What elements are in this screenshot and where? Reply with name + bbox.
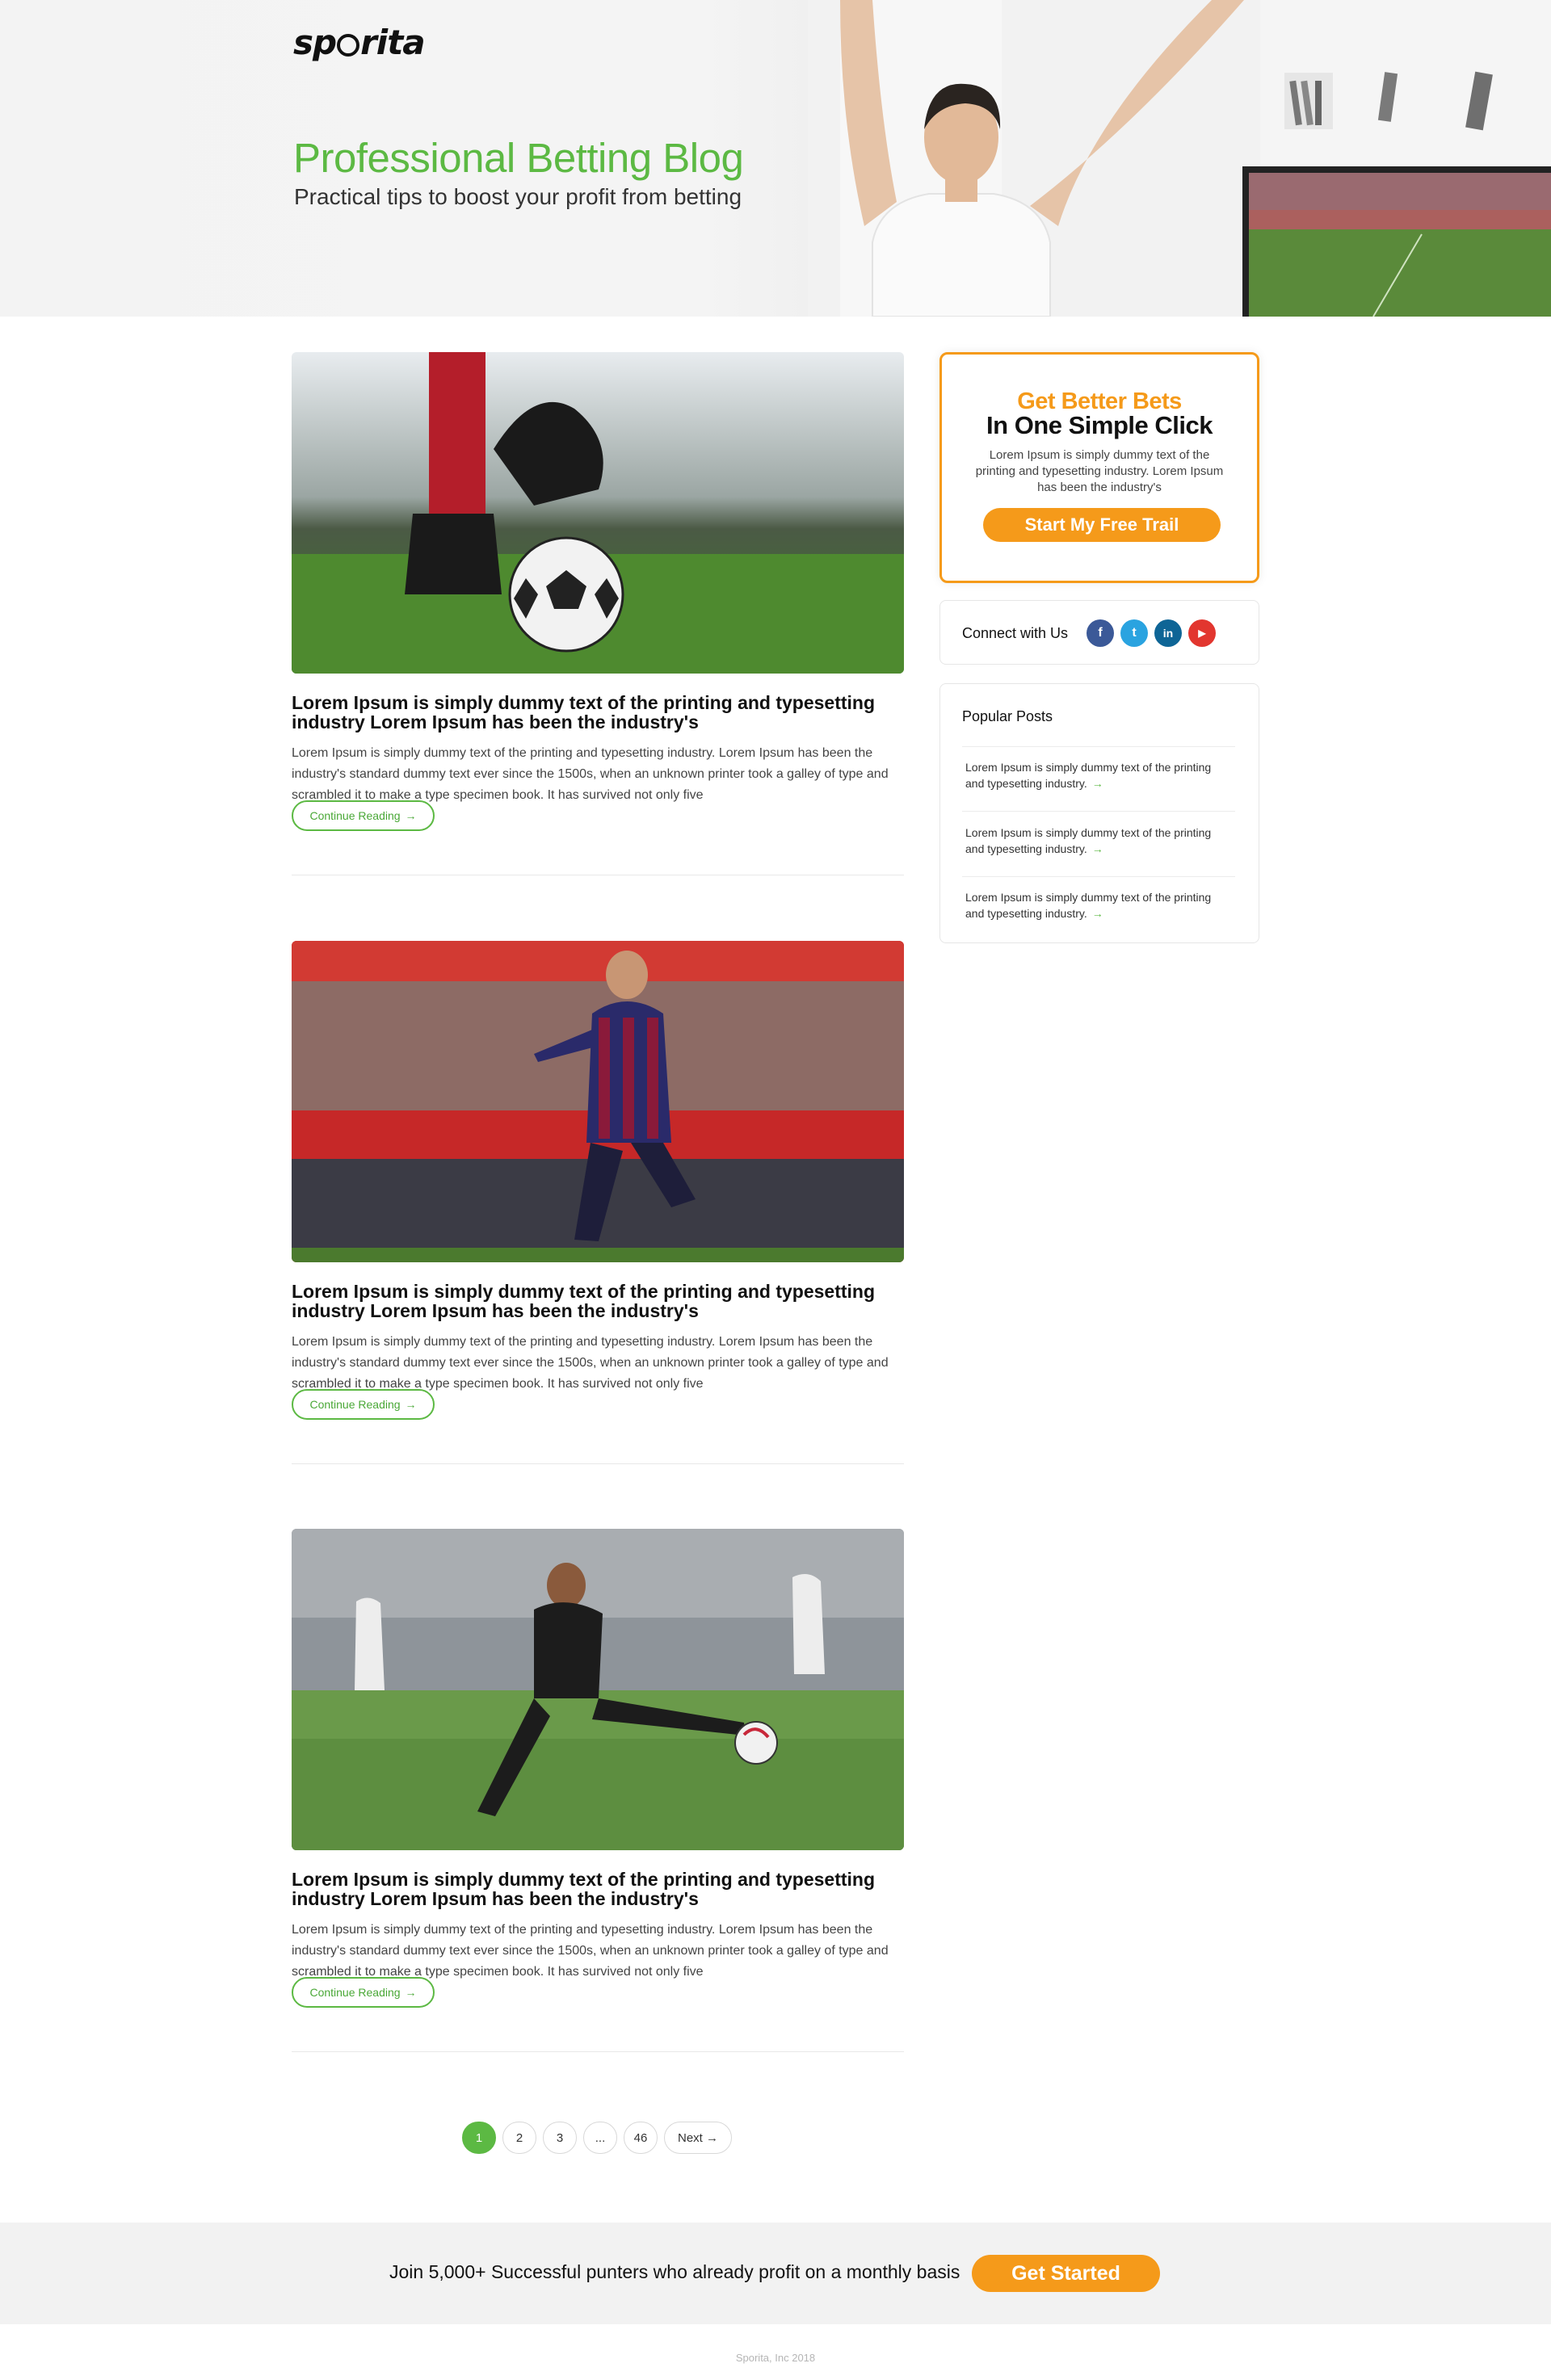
pagination: 1 2 3 ... 46 Next →	[462, 2122, 732, 2154]
post-title[interactable]: Lorem Ipsum is simply dummy text of the …	[292, 1282, 904, 1320]
connect-label: Connect with Us	[962, 625, 1069, 641]
cta-text: Join 5,000+ Successful punters who alrea…	[389, 2261, 960, 2282]
popular-post-text: Lorem Ipsum is simply dummy text of the …	[965, 761, 1212, 790]
page-3-button[interactable]: 3	[543, 2122, 577, 2154]
continue-reading-button[interactable]: Continue Reading →	[292, 800, 435, 831]
post-excerpt: Lorem Ipsum is simply dummy text of the …	[292, 746, 889, 802]
connect-with-us-panel: Connect with Us f t in ▶	[939, 600, 1259, 665]
page-ellipsis: ...	[583, 2122, 617, 2154]
post-excerpt: Lorem Ipsum is simply dummy text of the …	[292, 1335, 889, 1391]
arrow-right-icon: →	[1091, 842, 1103, 855]
page-2-button[interactable]: 2	[502, 2122, 536, 2154]
popular-divider	[962, 876, 1235, 877]
get-started-button[interactable]: Get Started	[972, 2255, 1160, 2292]
hero-subtitle: Practical tips to boost your profit from…	[294, 184, 742, 209]
post-image-cleat-ball[interactable]	[292, 352, 904, 674]
youtube-icon[interactable]: ▶	[1188, 619, 1216, 647]
footer-copyright: Sporita, Inc 2018	[735, 2352, 816, 2364]
post-divider	[292, 1463, 904, 1464]
next-label: Next	[677, 2130, 703, 2145]
post-divider	[292, 2051, 904, 2052]
arrow-right-icon: →	[405, 1986, 417, 1999]
start-free-trial-button[interactable]: Start My Free Trail	[983, 508, 1221, 542]
arrow-right-icon: →	[405, 1398, 417, 1411]
arrow-right-icon: →	[1091, 777, 1103, 790]
popular-post-text: Lorem Ipsum is simply dummy text of the …	[965, 826, 1212, 855]
post-title[interactable]: Lorem Ipsum is simply dummy text of the …	[292, 693, 904, 732]
free-trial-promo: Get Better Bets In One Simple Click Lore…	[939, 352, 1259, 583]
logo-text-suffix: rita	[360, 23, 426, 62]
blog-post-2: Lorem Ipsum is simply dummy text of the …	[292, 941, 904, 1464]
promo-subheadline: In One Simple Click	[986, 411, 1213, 439]
continue-reading-label: Continue Reading	[309, 809, 401, 822]
join-cta-band: Join 5,000+ Successful punters who alrea…	[0, 2223, 1551, 2324]
promo-text: Lorem Ipsum is simply dummy text of the …	[975, 448, 1224, 494]
continue-reading-button[interactable]: Continue Reading →	[292, 1389, 435, 1420]
blog-post-1: Lorem Ipsum is simply dummy text of the …	[292, 352, 904, 875]
blog-post-3: Lorem Ipsum is simply dummy text of the …	[292, 1529, 904, 2052]
facebook-icon[interactable]: f	[1087, 619, 1114, 647]
linkedin-icon[interactable]: in	[1154, 619, 1182, 647]
post-title[interactable]: Lorem Ipsum is simply dummy text of the …	[292, 1870, 904, 1908]
logo-text-prefix: sp	[293, 23, 337, 62]
popular-post-link[interactable]: Lorem Ipsum is simply dummy text of the …	[965, 825, 1224, 857]
hero-fan-tv-image	[808, 0, 1551, 317]
continue-reading-label: Continue Reading	[309, 1986, 401, 1999]
next-page-button[interactable]: Next →	[664, 2122, 732, 2154]
arrow-right-icon: →	[1091, 907, 1103, 920]
post-excerpt: Lorem Ipsum is simply dummy text of the …	[292, 1923, 889, 1979]
popular-posts-title: Popular Posts	[962, 708, 1053, 724]
hero-banner: sp rita Professional Betting Blog Practic…	[0, 0, 1551, 317]
twitter-icon[interactable]: t	[1120, 619, 1148, 647]
popular-post-link[interactable]: Lorem Ipsum is simply dummy text of the …	[965, 889, 1224, 921]
continue-reading-label: Continue Reading	[309, 1398, 401, 1411]
page-46-button[interactable]: 46	[624, 2122, 658, 2154]
arrow-right-icon: →	[706, 2130, 718, 2145]
popular-post-link[interactable]: Lorem Ipsum is simply dummy text of the …	[965, 759, 1224, 791]
arrow-right-icon: →	[405, 809, 417, 822]
page-1-button[interactable]: 1	[462, 2122, 496, 2154]
post-image-player-celebrating[interactable]	[292, 941, 904, 1262]
popular-post-text: Lorem Ipsum is simply dummy text of the …	[965, 891, 1212, 920]
popular-divider	[962, 811, 1235, 812]
continue-reading-button[interactable]: Continue Reading →	[292, 1977, 435, 2008]
soccer-ball-icon	[337, 34, 360, 57]
popular-divider	[962, 746, 1235, 747]
sporita-logo[interactable]: sp rita	[293, 23, 426, 62]
hero-title: Professional Betting Blog	[293, 135, 744, 181]
post-image-player-kicking[interactable]	[292, 1529, 904, 1850]
popular-posts-panel: Popular Posts Lorem Ipsum is simply dumm…	[939, 683, 1259, 943]
